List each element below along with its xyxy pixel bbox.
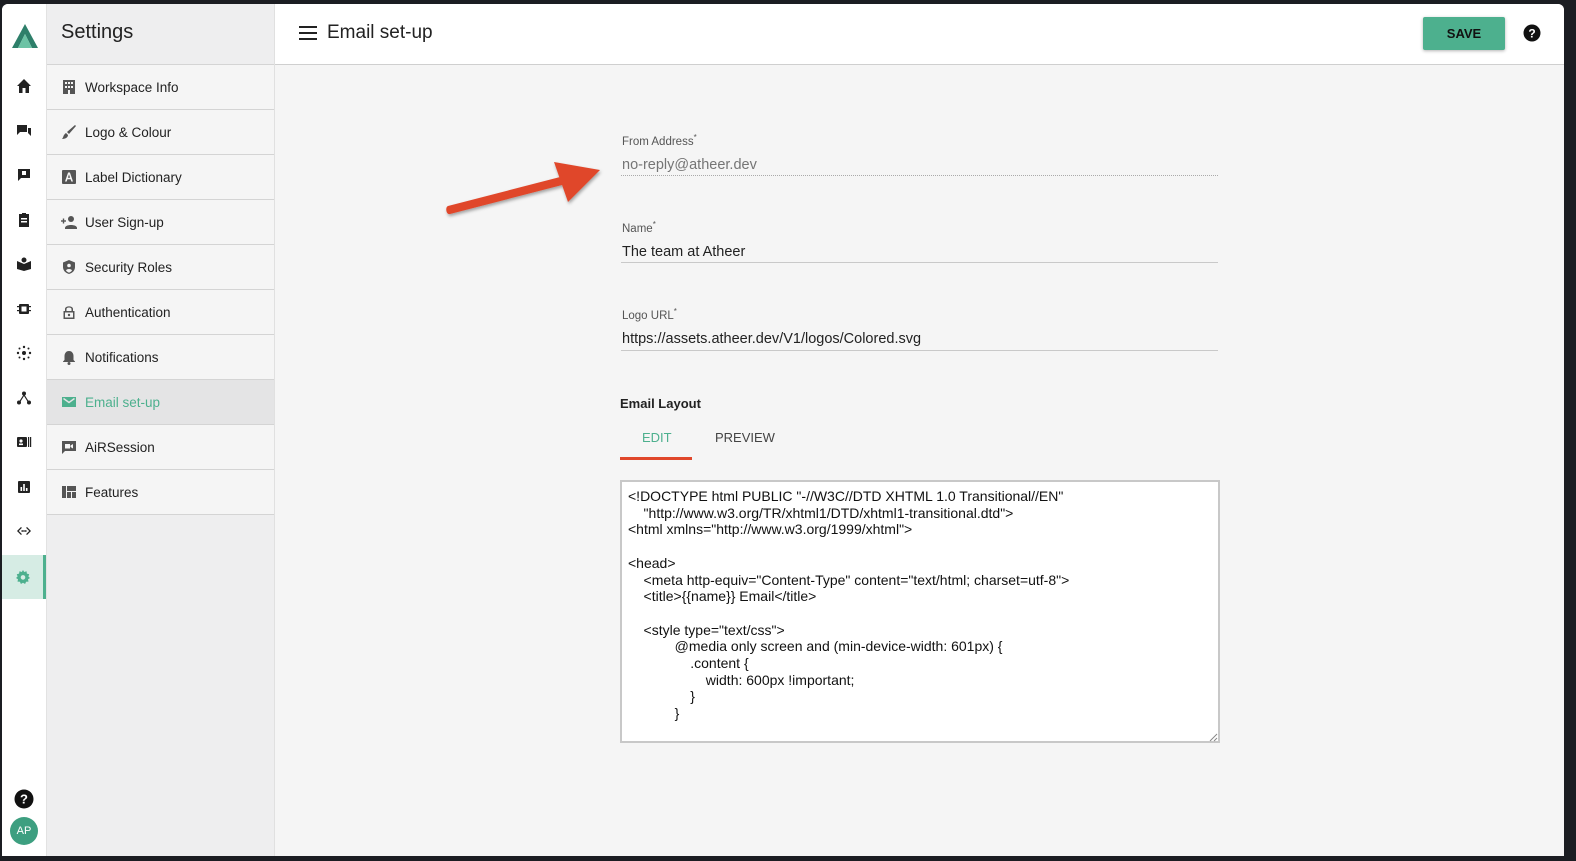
settings-panel: Settings Workspace Info Logo & Colour La…	[47, 4, 275, 856]
book-icon[interactable]	[2, 242, 46, 286]
avatar[interactable]: AP	[10, 817, 38, 845]
brush-icon	[61, 124, 77, 140]
atheer-logo[interactable]	[10, 22, 40, 50]
help-icon[interactable]: ?	[14, 789, 34, 809]
sidebar-item-logo-colour[interactable]: Logo & Colour	[47, 110, 274, 155]
flag-message-icon[interactable]	[2, 153, 46, 197]
logo-url-label: Logo URL*	[622, 307, 677, 322]
sidebar-item-airsession[interactable]: AiRSession	[47, 425, 274, 470]
shield-icon	[61, 259, 77, 275]
name-input[interactable]	[620, 241, 1219, 263]
hub-icon[interactable]	[2, 331, 46, 375]
dashboard-icon	[61, 484, 77, 500]
page-title: Email set-up	[327, 22, 433, 43]
name-label: Name*	[622, 220, 656, 235]
clipboard-icon[interactable]	[2, 198, 46, 242]
app-window: ? AP Settings Workspace Info Logo & Colo…	[2, 4, 1564, 856]
sidebar-item-label: Notifications	[85, 349, 159, 365]
email-layout-title: Email Layout	[620, 396, 701, 411]
building-icon	[61, 79, 77, 95]
bar-chart-icon[interactable]	[2, 465, 46, 509]
required-mark: *	[652, 220, 656, 229]
from-address-underline	[621, 175, 1218, 176]
resize-handle-icon[interactable]	[1209, 733, 1218, 742]
settings-list: Workspace Info Logo & Colour Label Dicti…	[47, 64, 274, 515]
name-underline	[621, 262, 1218, 263]
tab-preview[interactable]: PREVIEW	[715, 430, 775, 445]
sidebar-item-label: Features	[85, 484, 139, 500]
letter-a-icon	[61, 169, 77, 185]
envelope-icon	[61, 394, 77, 410]
code-arrows-icon[interactable]	[2, 509, 46, 553]
workflow-icon[interactable]	[2, 376, 46, 420]
active-tab-indicator	[620, 457, 692, 460]
sidebar-item-label: Authentication	[85, 304, 171, 320]
save-button[interactable]: SAVE	[1423, 17, 1505, 50]
gear-icon[interactable]	[2, 555, 46, 599]
sidebar-item-label-dictionary[interactable]: Label Dictionary	[47, 155, 274, 200]
chat-icon[interactable]	[2, 109, 46, 153]
sidebar-item-features[interactable]: Features	[47, 470, 274, 515]
required-mark: *	[693, 133, 697, 142]
home-icon[interactable]	[2, 64, 46, 108]
sidebar-item-label: Email set-up	[85, 394, 161, 410]
sidebar-item-notifications[interactable]: Notifications	[47, 335, 274, 380]
hamburger-menu-icon[interactable]	[299, 26, 317, 40]
video-chat-icon	[61, 439, 77, 455]
lock-icon	[61, 304, 77, 320]
email-layout-code-editor[interactable]: <!DOCTYPE html PUBLIC "-//W3C//DTD XHTML…	[620, 480, 1220, 743]
icon-rail: ? AP	[2, 4, 47, 856]
sidebar-item-label: AiRSession	[85, 439, 155, 455]
sidebar-item-email-set-up[interactable]: Email set-up	[47, 380, 274, 425]
sidebar-item-label: User Sign-up	[85, 214, 164, 230]
bell-icon	[61, 349, 77, 365]
chip-icon[interactable]	[2, 287, 46, 331]
logo-url-input[interactable]	[620, 328, 1219, 350]
annotation-arrow	[446, 162, 600, 215]
svg-text:?: ?	[1528, 26, 1535, 40]
from-address-input[interactable]	[620, 154, 1219, 176]
settings-title: Settings	[61, 21, 134, 43]
sidebar-item-label: Security Roles	[85, 259, 173, 275]
sidebar-item-workspace-info[interactable]: Workspace Info	[47, 65, 274, 110]
sidebar-item-security-roles[interactable]: Security Roles	[47, 245, 274, 290]
from-address-label: From Address*	[622, 133, 697, 148]
sidebar-item-label: Workspace Info	[85, 79, 179, 95]
help-icon[interactable]: ?	[1523, 24, 1541, 42]
sidebar-item-label: Logo & Colour	[85, 124, 172, 140]
sidebar-item-authentication[interactable]: Authentication	[47, 290, 274, 335]
svg-text:?: ?	[20, 792, 28, 807]
sidebar-item-user-sign-up[interactable]: User Sign-up	[47, 200, 274, 245]
sidebar-item-label: Label Dictionary	[85, 169, 182, 185]
contact-card-icon[interactable]	[2, 420, 46, 464]
person-add-icon	[61, 214, 77, 230]
tab-edit[interactable]: EDIT	[642, 430, 672, 445]
required-mark: *	[673, 307, 677, 316]
logo-url-underline	[621, 350, 1218, 351]
top-header: Email set-up SAVE ?	[275, 4, 1564, 65]
